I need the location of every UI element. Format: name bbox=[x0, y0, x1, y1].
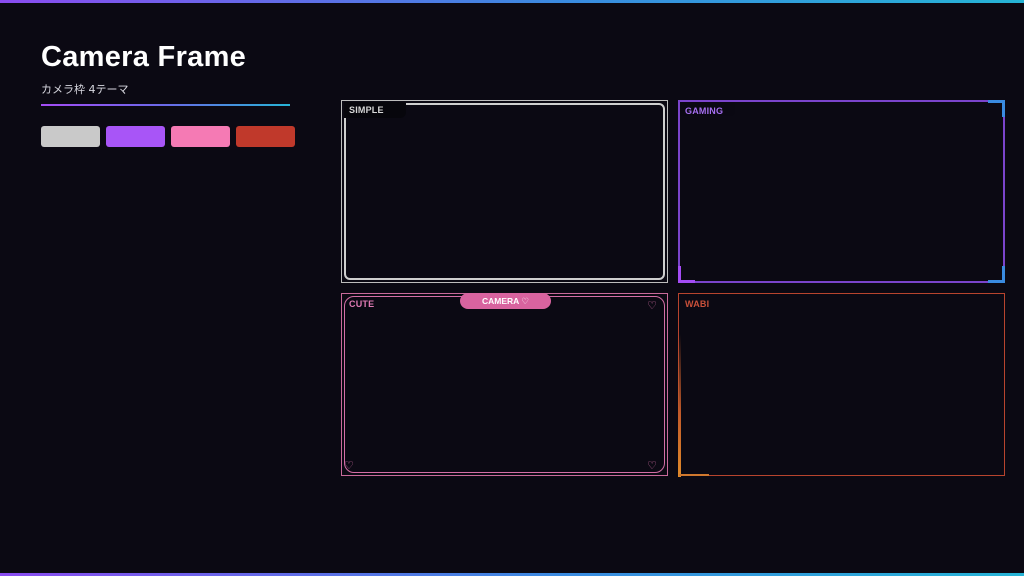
frame-wabi[interactable]: WABI bbox=[678, 293, 1005, 477]
title-underline bbox=[41, 104, 290, 106]
frame-gaming-label: GAMING bbox=[685, 106, 724, 116]
page-title: Camera Frame bbox=[41, 41, 247, 73]
swatch-wabi[interactable] bbox=[236, 126, 295, 147]
heart-icon: ♡ bbox=[647, 459, 657, 472]
page-subtitle: カメラ枠 4テーマ bbox=[41, 83, 129, 96]
frame-wabi-label: WABI bbox=[685, 299, 710, 309]
wabi-bottom-accent bbox=[679, 474, 709, 476]
wabi-left-accent bbox=[678, 334, 681, 477]
frame-cute-label: CUTE bbox=[349, 299, 375, 309]
corner-accent-bottom-left bbox=[678, 266, 695, 283]
heart-icon: ♡ bbox=[647, 299, 657, 312]
corner-accent-top-right bbox=[988, 100, 1005, 117]
top-accent-bar bbox=[0, 0, 1024, 3]
heart-icon: ♡ bbox=[344, 459, 354, 472]
swatch-gaming[interactable] bbox=[106, 126, 165, 147]
frame-cute-inner-border bbox=[344, 296, 665, 473]
camera-badge: CAMERA ♡ bbox=[460, 293, 551, 309]
frame-cute[interactable]: CUTE CAMERA ♡ ♡ ♡ ♡ bbox=[341, 293, 668, 476]
frame-simple[interactable]: SIMPLE bbox=[341, 100, 668, 283]
swatch-cute[interactable] bbox=[171, 126, 230, 147]
corner-accent-bottom-right bbox=[988, 266, 1005, 283]
frame-gaming[interactable]: GAMING bbox=[678, 100, 1005, 283]
frame-simple-label: SIMPLE bbox=[349, 105, 384, 115]
swatch-simple[interactable] bbox=[41, 126, 100, 147]
frame-simple-inner-border bbox=[344, 103, 665, 280]
